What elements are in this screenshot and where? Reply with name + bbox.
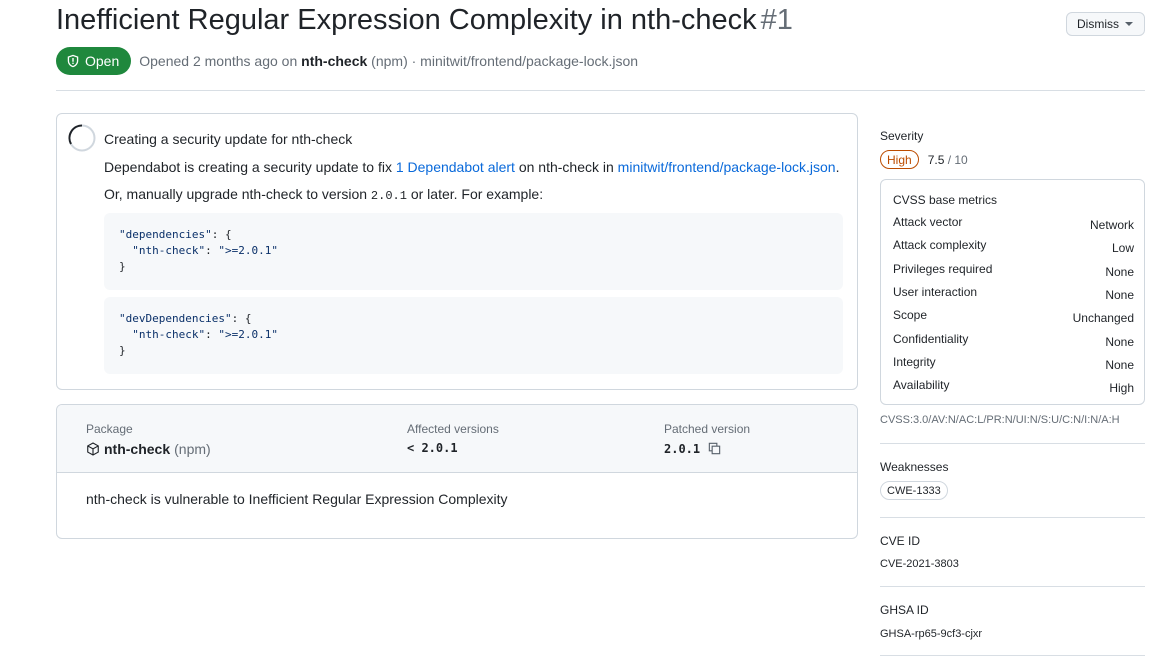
- update-desc-suffix: .: [835, 159, 840, 175]
- metric-value: None: [1105, 288, 1134, 302]
- meta-text: Opened 2 months ago on nth-check (npm) ·…: [139, 53, 638, 69]
- chevron-down-icon: [1125, 22, 1133, 26]
- manual-upgrade-prefix: Or, manually upgrade nth-check to versio…: [104, 186, 368, 202]
- metric-label[interactable]: Attack complexity: [893, 238, 986, 252]
- dismiss-label: Dismiss: [1077, 17, 1119, 31]
- affected-version-text: < 2.0.1: [407, 441, 458, 455]
- metric-label[interactable]: Availability: [893, 378, 949, 392]
- metric-value: None: [1105, 335, 1134, 349]
- cvss-metrics-box: CVSS base metrics Attack vector Network A…: [880, 179, 1145, 405]
- severity-label: Severity: [880, 129, 924, 143]
- status-badge: Open: [56, 47, 132, 75]
- package-name: nth-check: [104, 441, 171, 457]
- severity-row: High 7.5 / 10: [880, 150, 968, 169]
- metric-value: None: [1105, 265, 1134, 279]
- weaknesses-label: Weaknesses: [880, 460, 949, 474]
- meta-path: (npm) · minitwit/frontend/package-lock.j…: [371, 53, 639, 69]
- alert-number: #1: [760, 4, 793, 36]
- metric-label[interactable]: Integrity: [893, 355, 936, 369]
- package-info-header: Package nth-check (npm) Affected version…: [57, 405, 857, 473]
- package-value: nth-check (npm): [86, 441, 211, 457]
- metric-label[interactable]: Scope: [893, 308, 927, 322]
- cvss-vector: CVSS:3.0/AV:N/AC:L/PR:N/UI:N/S:U/C:N/I:N…: [880, 414, 1120, 426]
- alert-meta: Open Opened 2 months ago on nth-check (n…: [56, 47, 638, 75]
- meta-package[interactable]: nth-check: [301, 53, 367, 69]
- metric-value: Low: [1111, 241, 1134, 255]
- metric-value: Network: [1089, 218, 1134, 232]
- divider: [880, 517, 1145, 518]
- code-key: "devDependencies": [119, 312, 232, 325]
- metric-label[interactable]: Privileges required: [893, 262, 992, 276]
- cve-label: CVE ID: [880, 534, 921, 548]
- ghsa-id: GHSA-rp65-9cf3-cjxr: [880, 628, 983, 640]
- metric-row: Availability High: [893, 378, 1134, 395]
- patched-version-label: Patched version: [664, 422, 751, 436]
- patched-version-value: 2.0.1: [664, 441, 722, 456]
- divider: [880, 443, 1145, 444]
- metric-value: None: [1105, 358, 1134, 372]
- score-max: / 10: [947, 152, 968, 167]
- ghsa-label: GHSA ID: [880, 603, 929, 617]
- package-ecosystem: (npm): [174, 441, 211, 457]
- manifest-file-link[interactable]: minitwit/frontend/package-lock.json: [618, 159, 836, 175]
- divider: [880, 586, 1145, 587]
- divider: [880, 655, 1145, 656]
- manual-upgrade-text: Or, manually upgrade nth-check to versio…: [104, 186, 543, 203]
- cve-id: CVE-2021-3803: [880, 558, 959, 570]
- upgrade-version: 2.0.1: [370, 189, 407, 203]
- code-pkg: "nth-check": [132, 328, 206, 341]
- metric-label[interactable]: Confidentiality: [893, 332, 968, 346]
- metric-row: Confidentiality None: [893, 332, 1134, 349]
- cwe-badge[interactable]: CWE-1333: [880, 481, 948, 500]
- severity-badge: High: [880, 150, 919, 169]
- update-title: Creating a security update for nth-check: [104, 131, 353, 147]
- code-block-dependencies[interactable]: "dependencies": { "nth-check": ">=2.0.1"…: [104, 213, 843, 290]
- opened-text: Opened 2 months ago on: [139, 53, 298, 69]
- metric-row: User interaction None: [893, 285, 1134, 302]
- package-label: Package: [86, 422, 133, 436]
- metric-label[interactable]: User interaction: [893, 285, 977, 299]
- update-desc-mid: on nth-check in: [518, 159, 614, 175]
- update-description: Dependabot is creating a security update…: [104, 159, 839, 175]
- vulnerability-description: nth-check is vulnerable to Inefficient R…: [86, 491, 508, 507]
- dismiss-button[interactable]: Dismiss: [1066, 12, 1145, 36]
- update-desc-prefix: Dependabot is creating a security update…: [104, 159, 392, 175]
- affected-versions-value: < 2.0.1: [407, 441, 458, 455]
- metric-value: High: [1109, 381, 1134, 395]
- copy-icon[interactable]: [707, 441, 722, 456]
- metric-row: Attack complexity Low: [893, 238, 1134, 255]
- code-pkg: "nth-check": [132, 244, 206, 257]
- code-block-devdependencies[interactable]: "devDependencies": { "nth-check": ">=2.0…: [104, 297, 843, 374]
- metric-value: Unchanged: [1072, 311, 1134, 325]
- cvss-title: CVSS base metrics: [893, 193, 998, 207]
- shield-icon: [67, 54, 79, 68]
- affected-versions-label: Affected versions: [407, 422, 499, 436]
- metric-label[interactable]: Attack vector: [893, 215, 962, 229]
- metric-row: Privileges required None: [893, 262, 1134, 279]
- dependabot-alert-link[interactable]: 1 Dependabot alert: [396, 159, 515, 175]
- code-ver: ">=2.0.1": [218, 244, 278, 257]
- security-update-box: Creating a security update for nth-check…: [56, 113, 858, 390]
- score-value: 7.5: [927, 152, 945, 167]
- metric-row: Scope Unchanged: [893, 308, 1134, 325]
- page-title: Inefficient Regular Expression Complexit…: [56, 4, 793, 37]
- alert-title: Inefficient Regular Expression Complexit…: [56, 4, 757, 36]
- severity-score: 7.5 / 10: [928, 153, 968, 167]
- code-ver: ">=2.0.1": [218, 328, 278, 341]
- divider: [56, 90, 1145, 91]
- manual-upgrade-suffix: or later. For example:: [410, 186, 544, 202]
- code-key: "dependencies": [119, 228, 212, 241]
- status-label: Open: [85, 53, 120, 69]
- spinner-icon: [68, 124, 96, 152]
- package-icon: [87, 442, 99, 456]
- package-info-box: Package nth-check (npm) Affected version…: [56, 404, 858, 539]
- metric-row: Attack vector Network: [893, 215, 1134, 232]
- patched-version-text: 2.0.1: [664, 441, 701, 456]
- metric-row: Integrity None: [893, 355, 1134, 372]
